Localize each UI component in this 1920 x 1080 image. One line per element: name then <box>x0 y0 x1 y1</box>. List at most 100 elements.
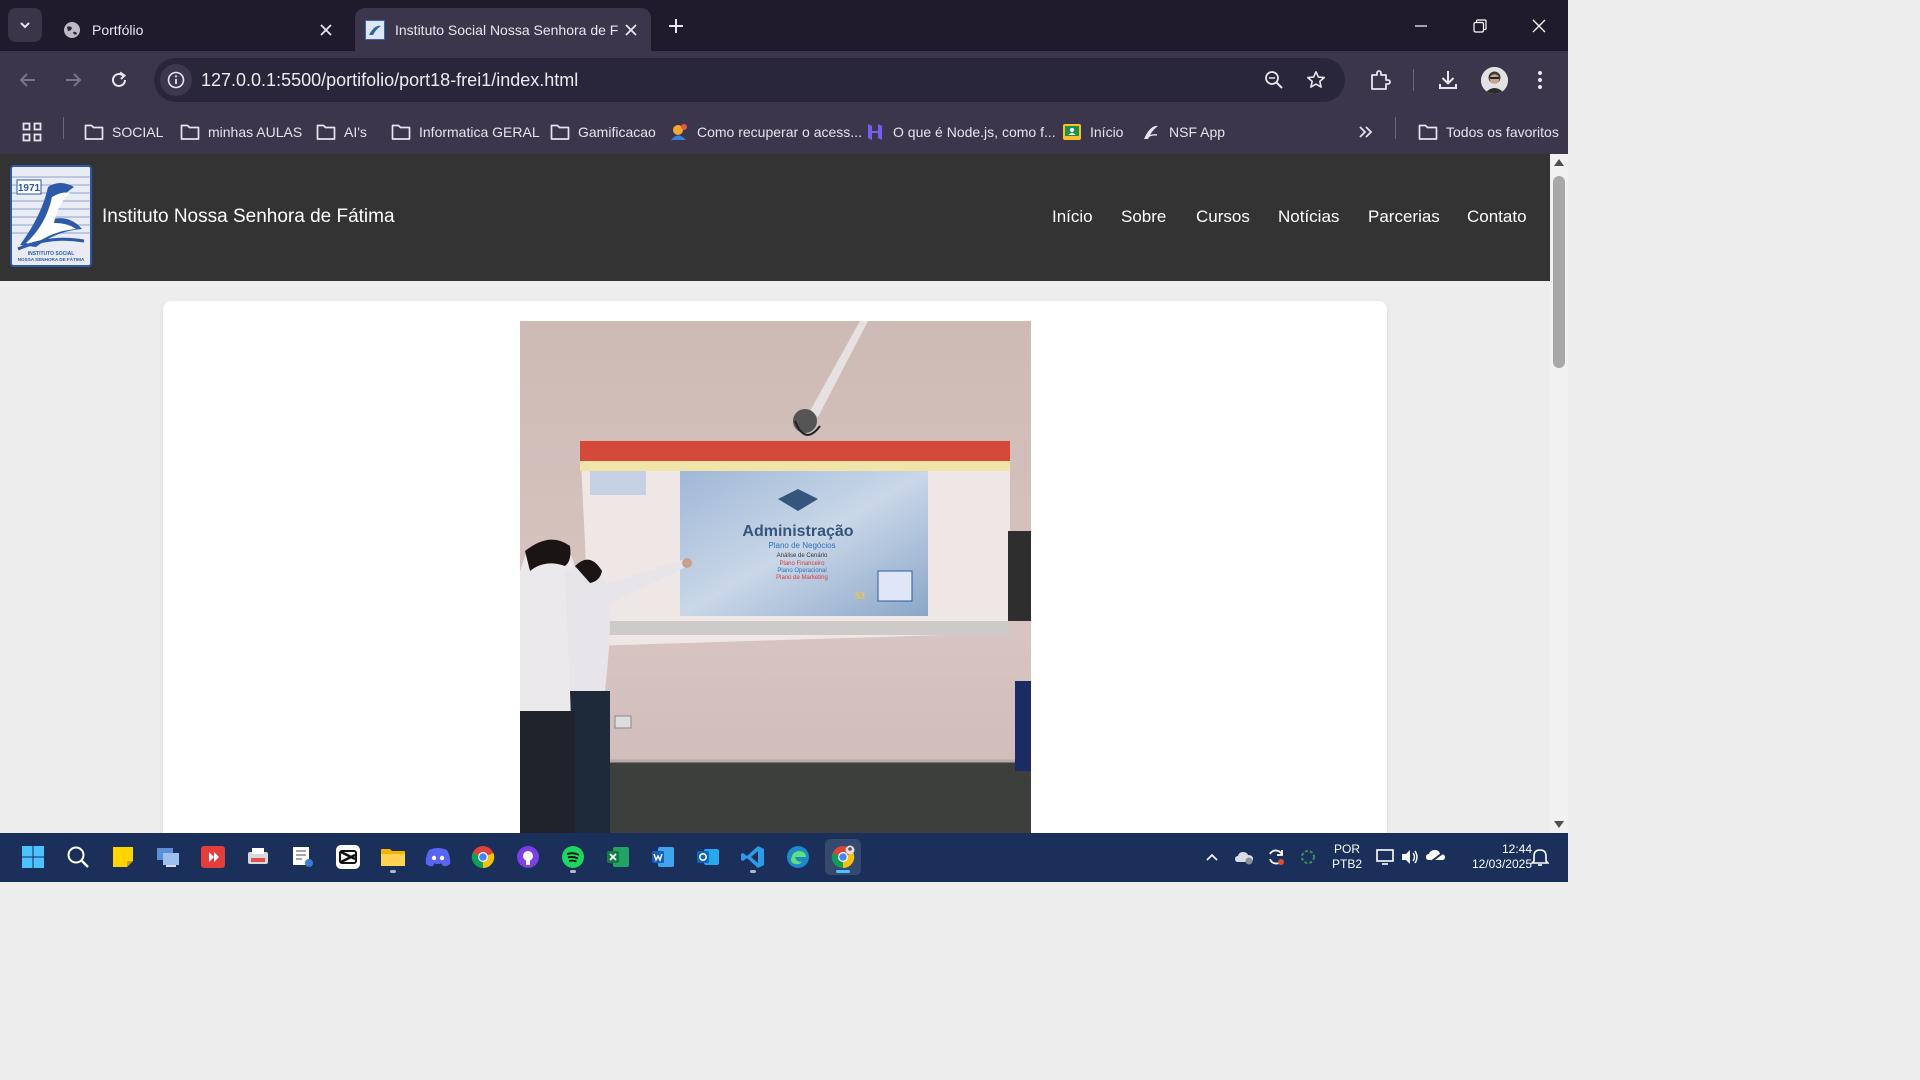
sync-icon[interactable] <box>1266 847 1286 867</box>
browser-toolbar: 127.0.0.1:5500/portifolio/port18-frei1/i… <box>0 51 1568 109</box>
edge-icon[interactable] <box>780 839 816 875</box>
folder-icon <box>1418 122 1438 142</box>
bookmark-gamificacao[interactable]: Gamificacao <box>550 118 656 146</box>
tab-search-button[interactable] <box>8 8 42 42</box>
close-window-button[interactable] <box>1510 0 1568 51</box>
snipping-tool-icon[interactable] <box>285 839 321 875</box>
download-icon[interactable] <box>1432 64 1464 96</box>
apps-grid-button[interactable] <box>22 118 42 146</box>
spotify-icon[interactable] <box>555 839 591 875</box>
running-indicator <box>570 870 576 873</box>
scroll-up-arrow[interactable] <box>1554 159 1564 166</box>
logo-caption: NOSSA SENHORA DE FÁTIMA <box>18 256 85 262</box>
bookmark-ais[interactable]: AI's <box>316 118 367 146</box>
discord-icon[interactable] <box>420 839 456 875</box>
folder-icon <box>391 122 411 142</box>
tab-portfolio[interactable]: Portfólio <box>50 8 346 51</box>
profile-avatar[interactable] <box>1481 67 1508 94</box>
bookmarks-bar: SOCIAL minhas AULAS AI's Informatica GER… <box>0 109 1568 154</box>
all-bookmarks-button[interactable]: Todos os favoritos <box>1418 118 1559 146</box>
remote-desktop-icon[interactable] <box>150 839 186 875</box>
folder-icon <box>550 122 570 142</box>
language-label: POR <box>1333 842 1360 856</box>
notification-bell-icon[interactable] <box>1530 847 1550 867</box>
minimize-button[interactable] <box>1392 0 1450 51</box>
nav-link-inicio[interactable]: Início <box>1052 207 1093 227</box>
status-dot-icon[interactable] <box>1298 847 1318 867</box>
minimize-icon <box>1415 24 1427 27</box>
bookmark-star-icon[interactable] <box>1302 66 1330 94</box>
zoom-icon[interactable] <box>1260 66 1288 94</box>
back-button[interactable] <box>10 62 46 98</box>
scroll-down-arrow[interactable] <box>1554 821 1564 828</box>
bookmark-como-recuperar[interactable]: Como recuperar o acess... <box>669 118 862 146</box>
chrome-icon[interactable] <box>465 839 501 875</box>
onedrive-icon[interactable] <box>1234 847 1254 867</box>
anydesk-icon[interactable] <box>195 839 231 875</box>
chrome-profile-icon[interactable] <box>825 839 861 875</box>
slide-line: Plano Financeiro <box>779 561 825 567</box>
close-tab-icon[interactable] <box>314 18 338 42</box>
tab-strip: Portfólio Instituto Social Nossa Senhora… <box>0 0 1568 51</box>
bookmark-nodejs[interactable]: O que é Node.js, como f... <box>865 118 1056 146</box>
bookmarks-divider <box>1395 117 1396 139</box>
github-desktop-icon[interactable] <box>510 839 546 875</box>
battery-weather-icon[interactable] <box>1426 847 1446 867</box>
excel-icon[interactable] <box>600 839 636 875</box>
nav-link-parcerias[interactable]: Parcerias <box>1368 207 1440 227</box>
forward-button[interactable] <box>55 62 91 98</box>
slide-line: Plano de Negócios <box>768 541 835 550</box>
address-bar[interactable]: 127.0.0.1:5500/portifolio/port18-frei1/i… <box>154 58 1345 102</box>
printer-app-icon[interactable] <box>240 839 276 875</box>
clock[interactable]: 12:44 12/03/2025 <box>1452 842 1532 872</box>
close-tab-icon[interactable] <box>619 18 643 42</box>
nav-link-contato[interactable]: Contato <box>1467 207 1527 227</box>
nav-link-cursos[interactable]: Cursos <box>1196 207 1250 227</box>
capcut-icon[interactable] <box>330 839 366 875</box>
scrollbar-thumb[interactable] <box>1553 176 1565 368</box>
new-tab-button[interactable] <box>662 14 690 38</box>
sticky-notes-icon[interactable] <box>105 839 141 875</box>
site-logo[interactable]: 1971 INSTITUTO SOCIAL NOSSA SENHORA DE F… <box>10 165 92 267</box>
windows-start-icon[interactable] <box>15 839 51 875</box>
page-scrollbar[interactable] <box>1550 154 1568 833</box>
folder-icon <box>84 122 104 142</box>
bookmark-informatica-geral[interactable]: Informatica GERAL <box>391 118 540 146</box>
word-icon[interactable] <box>645 839 681 875</box>
volume-icon[interactable] <box>1400 847 1420 867</box>
windows-taskbar: POR PTB2 12:44 12/03/2025 <box>0 833 1568 882</box>
file-explorer-icon[interactable] <box>375 839 411 875</box>
bookmark-label: Início <box>1090 124 1124 140</box>
bookmark-minhas-aulas[interactable]: minhas AULAS <box>180 118 302 146</box>
info-icon <box>167 71 185 89</box>
nsf-icon <box>1141 122 1161 142</box>
bookmark-label: NSF App <box>1169 124 1226 140</box>
more-menu-icon[interactable] <box>1524 64 1556 96</box>
network-icon[interactable] <box>1376 847 1396 867</box>
site-info-button[interactable] <box>160 64 192 96</box>
reload-button[interactable] <box>101 62 137 98</box>
slide-line: Plano de Marketing <box>776 575 828 581</box>
bookmark-inicio[interactable]: Início <box>1062 118 1123 146</box>
chevron-up-icon[interactable] <box>1202 847 1222 867</box>
url-text: 127.0.0.1:5500/portifolio/port18-frei1/i… <box>201 70 579 90</box>
more-bookmarks-button[interactable] <box>1358 118 1374 146</box>
nav-link-noticias[interactable]: Notícias <box>1278 207 1339 227</box>
classroom-icon <box>1062 122 1082 142</box>
tab-title: Instituto Social Nossa Senhora de Fátima <box>395 21 619 38</box>
chevron-down-icon <box>20 22 30 29</box>
toolbar-divider <box>1413 69 1414 91</box>
input-language-indicator[interactable]: POR PTB2 <box>1328 842 1366 872</box>
folder-icon <box>180 122 200 142</box>
running-indicator <box>750 870 756 873</box>
restore-button[interactable] <box>1451 0 1509 51</box>
search-icon[interactable] <box>60 839 96 875</box>
outlook-icon[interactable] <box>690 839 726 875</box>
slide-line: Plano Operacional <box>777 568 826 574</box>
bookmark-social[interactable]: SOCIAL <box>84 118 163 146</box>
nav-link-sobre[interactable]: Sobre <box>1121 207 1166 227</box>
extensions-icon[interactable] <box>1364 64 1396 96</box>
vscode-icon[interactable] <box>735 839 771 875</box>
bookmark-nsf-app[interactable]: NSF App <box>1141 118 1225 146</box>
tab-instituto[interactable]: Instituto Social Nossa Senhora de Fátima <box>355 8 651 51</box>
